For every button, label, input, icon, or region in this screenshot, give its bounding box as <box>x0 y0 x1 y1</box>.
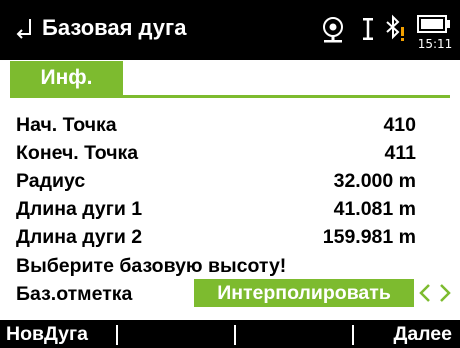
field-value: 410 <box>383 114 416 136</box>
status-clock: 15:11 <box>417 37 453 51</box>
base-height-label: Баз.отметка <box>16 283 133 305</box>
bluetooth-warning-icon <box>384 13 406 43</box>
battery-icon <box>416 14 452 36</box>
page-title: Базовая дуга <box>42 15 187 40</box>
instruction-message: Выберите базовую высоту! <box>16 255 287 277</box>
softkey-new-arc[interactable]: НовДуга <box>6 320 88 348</box>
back-arrow-icon[interactable] <box>14 15 34 41</box>
base-height-selector[interactable]: Интерполировать <box>194 279 414 307</box>
tab-underline <box>10 95 450 98</box>
softkey-divider <box>352 325 354 345</box>
field-label: Нач. Точка <box>16 114 117 136</box>
field-value: 411 <box>384 142 416 164</box>
field-value: 159.981 m <box>322 226 416 248</box>
field-radius: Радиус 32.000 m <box>16 167 416 195</box>
field-label: Радиус <box>16 170 86 192</box>
softkey-f3[interactable] <box>238 320 350 348</box>
softkey-next[interactable]: Далее <box>393 320 452 348</box>
field-end-point: Конеч. Точка 411 <box>16 139 416 167</box>
field-start-point: Нач. Точка 410 <box>16 111 416 139</box>
chevron-right-icon[interactable] <box>436 279 454 307</box>
softkey-divider <box>116 325 118 345</box>
tab-info[interactable]: Инф. <box>10 61 123 95</box>
text-cursor-icon <box>360 16 376 42</box>
field-label: Конеч. Точка <box>16 142 139 164</box>
field-value: 32.000 m <box>333 170 416 192</box>
field-label: Длина дуги 2 <box>16 226 143 248</box>
field-arc-length-2: Длина дуги 2 159.981 m <box>16 223 416 251</box>
chevron-left-icon[interactable] <box>416 279 434 307</box>
reflector-target-icon <box>318 14 348 44</box>
softkey-bar: НовДуга Далее <box>0 320 460 348</box>
field-label: Длина дуги 1 <box>16 198 143 220</box>
softkey-divider <box>234 325 236 345</box>
title-bar: Базовая дуга 15:11 <box>0 0 460 60</box>
field-arc-length-1: Длина дуги 1 41.081 m <box>16 195 416 223</box>
softkey-f2[interactable] <box>120 320 232 348</box>
field-value: 41.081 m <box>333 198 416 220</box>
